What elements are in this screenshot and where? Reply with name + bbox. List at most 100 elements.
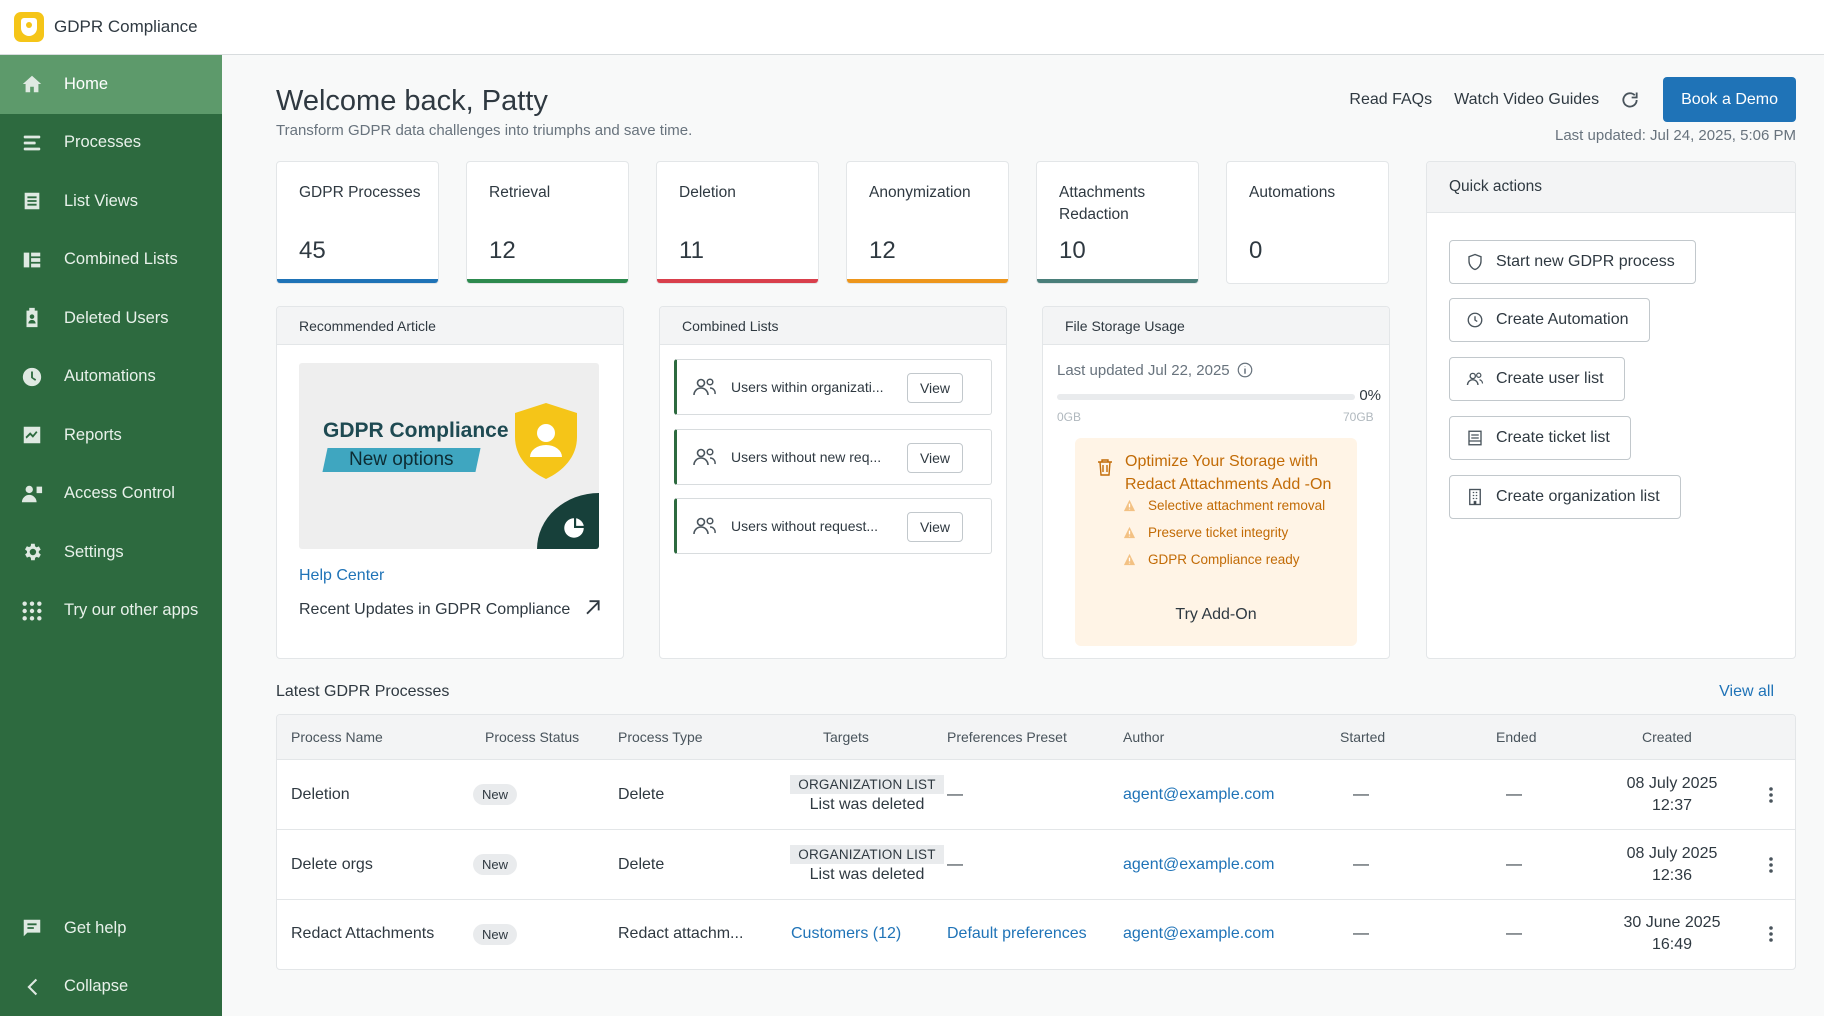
stat-bar — [1037, 279, 1198, 283]
sidebar-item-label: Access Control — [64, 484, 175, 503]
process-name[interactable]: Deletion — [291, 760, 350, 829]
stat-label: Anonymization — [869, 184, 971, 201]
combined-list-item[interactable]: Users without request... View — [674, 498, 992, 554]
promo-item: Selective attachment removal — [1123, 498, 1325, 513]
table-row[interactable]: Delete orgs New Delete ORGANIZATION LIST… — [277, 830, 1795, 900]
kebab-menu-icon[interactable] — [1761, 855, 1781, 875]
quick-action-label: Create Automation — [1496, 311, 1629, 328]
column-header[interactable]: Targets — [823, 729, 869, 745]
app-logo-icon — [14, 12, 44, 42]
author-link[interactable]: agent@example.com — [1123, 900, 1274, 968]
sidebar-item-settings[interactable]: Settings — [0, 523, 222, 582]
sidebar-item-label: Get help — [64, 918, 127, 937]
stat-card-anonymization[interactable]: Anonymization 12 — [846, 161, 1009, 284]
create-organization-list-button[interactable]: Create organization list — [1449, 475, 1681, 519]
view-all-link[interactable]: View all — [1719, 683, 1774, 701]
external-link-icon[interactable] — [582, 597, 602, 617]
process-name[interactable]: Delete orgs — [291, 830, 373, 899]
column-header[interactable]: Process Name — [291, 729, 383, 745]
sidebar-item-reports[interactable]: Reports — [0, 406, 222, 465]
kebab-menu-icon[interactable] — [1761, 924, 1781, 944]
stat-card-automations[interactable]: Automations 0 — [1226, 161, 1389, 284]
status-cell: New — [473, 900, 518, 968]
sidebar-item-combined-lists[interactable]: Combined Lists — [0, 231, 222, 290]
article-image[interactable]: GDPR Compliance New options — [299, 363, 599, 549]
preset-link[interactable]: Default preferences — [947, 900, 1087, 968]
sidebar-item-list-views[interactable]: List Views — [0, 172, 222, 231]
column-header[interactable]: Created — [1642, 729, 1692, 745]
stat-value: 45 — [299, 237, 326, 264]
target-link[interactable]: Customers (12) — [791, 900, 901, 968]
column-header[interactable]: Author — [1123, 729, 1164, 745]
clock-icon — [20, 365, 44, 389]
view-button[interactable]: View — [907, 512, 963, 542]
combined-list-item[interactable]: Users without new req... View — [674, 429, 992, 485]
started-cell: — — [1353, 925, 1369, 942]
created-cell: 30 June 2025 16:49 — [1623, 914, 1721, 953]
watch-video-guides-link[interactable]: Watch Video Guides — [1454, 91, 1599, 109]
stat-card-deletion[interactable]: Deletion 11 — [656, 161, 819, 284]
status-cell: New — [473, 830, 518, 899]
stat-bar — [467, 279, 628, 283]
column-header[interactable]: Started — [1340, 729, 1385, 745]
view-button[interactable]: View — [907, 373, 963, 403]
top-bar: GDPR Compliance — [0, 0, 1824, 55]
sidebar-item-access-control[interactable]: Access Control — [0, 465, 222, 524]
column-header[interactable]: Process Type — [618, 729, 703, 745]
row-menu[interactable] — [1761, 830, 1781, 899]
row-menu[interactable] — [1761, 900, 1781, 968]
file-storage-panel: File Storage Usage Last updated Jul 22, … — [1042, 306, 1390, 659]
create-automation-button[interactable]: Create Automation — [1449, 298, 1650, 342]
stat-card-retrieval[interactable]: Retrieval 12 — [466, 161, 629, 284]
recent-updates-link[interactable]: Recent Updates in GDPR Compliance — [299, 601, 570, 619]
combined-list-name: Users within organizati... — [731, 379, 884, 395]
users-icon — [693, 448, 716, 466]
stat-card-gdpr-processes[interactable]: GDPR Processes 45 — [276, 161, 439, 284]
stat-label: Deletion — [679, 184, 736, 201]
sidebar-item-home[interactable]: Home — [0, 55, 222, 114]
article-image-subtitle: New options — [322, 448, 481, 472]
view-button[interactable]: View — [907, 443, 963, 473]
sidebar-item-other-apps[interactable]: Try our other apps — [0, 582, 222, 641]
last-updated-text: Last updated: Jul 24, 2025, 5:06 PM — [1554, 127, 1796, 144]
status-badge: New — [473, 784, 518, 805]
status-badge: New — [473, 923, 518, 945]
sidebar-item-collapse[interactable]: Collapse — [0, 958, 222, 1016]
sidebar-item-automations[interactable]: Automations — [0, 348, 222, 407]
try-addon-button[interactable]: Try Add-On — [1075, 606, 1357, 624]
stat-bar — [1227, 279, 1388, 283]
process-name[interactable]: Redact Attachments — [291, 900, 434, 968]
started-cell: — — [1353, 855, 1369, 873]
users-icon — [693, 378, 716, 396]
column-header[interactable]: Preferences Preset — [947, 729, 1067, 745]
help-center-link[interactable]: Help Center — [299, 567, 384, 585]
read-faqs-link[interactable]: Read FAQs — [1349, 91, 1432, 109]
sidebar-item-deleted-users[interactable]: Deleted Users — [0, 289, 222, 348]
refresh-icon[interactable] — [1619, 89, 1641, 111]
author-link[interactable]: agent@example.com — [1123, 830, 1274, 899]
create-user-list-button[interactable]: Create user list — [1449, 357, 1625, 401]
targets-cell: ORGANIZATION LIST List was deleted — [767, 760, 967, 829]
table-row[interactable]: Deletion New Delete ORGANIZATION LIST Li… — [277, 760, 1795, 830]
column-header[interactable]: Ended — [1496, 729, 1536, 745]
author-link[interactable]: agent@example.com — [1123, 760, 1274, 829]
stat-label: Retrieval — [489, 184, 551, 201]
combined-list-item[interactable]: Users within organizati... View — [674, 359, 992, 415]
redact-addon-promo: Optimize Your Storage with Redact Attach… — [1075, 438, 1357, 646]
ticket-icon — [1468, 430, 1482, 446]
create-ticket-list-button[interactable]: Create ticket list — [1449, 416, 1631, 460]
kebab-menu-icon[interactable] — [1761, 785, 1781, 805]
column-header[interactable]: Process Status — [485, 729, 579, 745]
quick-actions-panel: Quick actions Start new GDPR process Cre… — [1426, 161, 1796, 659]
book-demo-button[interactable]: Book a Demo — [1663, 77, 1796, 122]
panel-header: Recommended Article — [277, 307, 623, 345]
table-row[interactable]: Redact Attachments New Redact attachm...… — [277, 900, 1795, 968]
stat-card-attachments-redaction[interactable]: Attachments Redaction 10 — [1036, 161, 1199, 284]
sidebar-item-get-help[interactable]: Get help — [0, 899, 222, 958]
row-menu[interactable] — [1761, 760, 1781, 829]
users-icon — [693, 517, 716, 535]
start-gdpr-process-button[interactable]: Start new GDPR process — [1449, 240, 1696, 284]
info-icon[interactable] — [1236, 361, 1254, 379]
sidebar-item-processes[interactable]: Processes — [0, 114, 222, 173]
shield-icon — [1468, 253, 1482, 271]
